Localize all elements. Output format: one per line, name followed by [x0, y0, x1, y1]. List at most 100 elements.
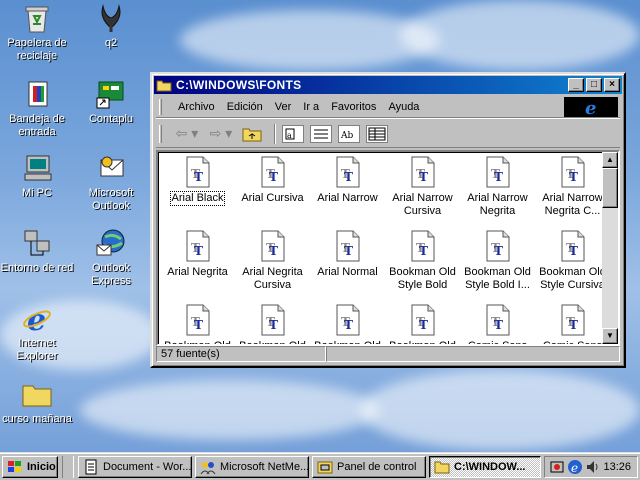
desktop-icon-my-computer[interactable]: Mi PC — [0, 152, 74, 200]
start-button[interactable]: Inicio — [2, 455, 58, 478]
desktop-icon-label: Bandeja de entrada — [9, 113, 65, 138]
desktop-icon-q2[interactable]: q2 — [74, 2, 148, 50]
font-item[interactable]: T T Arial Narrow Negrita — [460, 156, 535, 218]
task-button-fonts[interactable]: C:\WINDOW... — [429, 455, 541, 478]
menu-ayuda[interactable]: Ayuda — [382, 101, 425, 113]
truetype-font-icon: TT — [333, 156, 363, 188]
large-icons-button[interactable]: a — [282, 124, 304, 143]
font-item[interactable]: T T Bookman Old — [310, 304, 385, 344]
menu-edicion[interactable]: Edición — [221, 101, 269, 113]
svg-text:e: e — [585, 98, 596, 116]
desktop-icon-inbox[interactable]: Bandeja de entrada — [0, 78, 74, 139]
network-neighborhood-icon — [21, 227, 53, 259]
truetype-font-icon: TT — [408, 156, 438, 188]
font-item[interactable]: T T Arial Normal — [310, 230, 385, 279]
svg-text:T: T — [194, 170, 203, 184]
font-name: Arial Negrita — [167, 266, 228, 278]
font-item[interactable]: T T Bookman Old Style Cursiva — [535, 230, 610, 292]
scroll-thumb[interactable] — [602, 168, 618, 208]
folder-icon — [156, 80, 172, 91]
my-computer-icon — [21, 152, 53, 184]
forward-button[interactable]: ⇨ ▾ — [206, 123, 236, 145]
desktop-icon-outlook[interactable]: Microsoft Outlook — [74, 152, 148, 213]
font-item[interactable]: T T Bookman Old Style Bold I... — [460, 230, 535, 292]
up-folder-button[interactable] — [240, 123, 264, 145]
quick-launch-grip — [62, 455, 74, 478]
task-button-word[interactable]: Document - Wor... — [78, 455, 192, 478]
minimize-button[interactable]: _ — [568, 78, 584, 92]
font-item[interactable]: T T Bookman Old — [160, 304, 235, 344]
truetype-font-icon: TT — [483, 230, 513, 262]
details-view-button[interactable] — [366, 124, 388, 143]
font-item[interactable]: T T Arial Negrita Cursiva — [235, 230, 310, 292]
desktop-icon-outlook-express[interactable]: Outlook Express — [74, 227, 148, 288]
truetype-font-icon: TT — [558, 230, 588, 262]
details-icon — [368, 127, 386, 140]
vertical-scrollbar[interactable]: ▲ ▼ — [602, 152, 618, 344]
task-label: Document - Wor... — [103, 460, 192, 473]
menu-ir-a[interactable]: Ir a — [297, 101, 325, 113]
taskbar: Inicio Document - Wor... Microsoft NetMe… — [0, 452, 640, 480]
speaker-icon[interactable] — [585, 459, 601, 475]
desktop-icon-recycle-bin[interactable]: Papelera de reciclaje — [0, 2, 74, 63]
toolbar: ⇦ ▾ ⇨ ▾ a Ab — [156, 120, 620, 148]
cloud — [80, 380, 380, 440]
desktop-icon-label: Internet Explorer — [16, 337, 58, 362]
maximize-button[interactable]: □ — [586, 78, 602, 92]
list-view-button[interactable] — [310, 124, 332, 143]
font-item[interactable]: T T Arial Cursiva — [235, 156, 310, 205]
window-titlebar[interactable]: C:\WINDOWS\FONTS _ □ × — [154, 76, 622, 94]
font-item[interactable]: T T Bookman Old — [385, 304, 460, 344]
clock[interactable]: 13:26 — [603, 461, 631, 473]
svg-text:T: T — [569, 318, 578, 332]
menu-bar: Archivo Edición Ver Ir a Favoritos Ayuda… — [156, 96, 620, 118]
desktop-icon-folder[interactable]: curso mañana — [0, 378, 74, 426]
svg-text:T: T — [419, 170, 428, 184]
font-item[interactable]: T T Comic Sans — [460, 304, 535, 344]
tray-app-icon[interactable] — [549, 459, 565, 475]
font-item[interactable]: T T Bookman Old — [235, 304, 310, 344]
font-item[interactable]: T T Comic Sans — [535, 304, 610, 344]
close-button[interactable]: × — [604, 78, 620, 92]
svg-text:T: T — [269, 318, 278, 332]
font-item[interactable]: T T Arial Narrow Cursiva — [385, 156, 460, 218]
font-name: Bookman Old Style Bold I... — [464, 266, 531, 291]
windows-logo-icon — [8, 460, 21, 472]
font-item[interactable]: T T Arial Narrow — [310, 156, 385, 205]
menu-ver[interactable]: Ver — [269, 101, 298, 113]
font-item[interactable]: T T Arial Narrow Negrita C... — [535, 156, 610, 218]
scroll-down-button[interactable]: ▼ — [602, 328, 618, 344]
desktop-icon-internet-explorer[interactable]: e Internet Explorer — [0, 302, 74, 363]
tray-ie-icon[interactable]: e — [567, 459, 583, 475]
truetype-font-icon: TT — [258, 304, 288, 336]
font-name: Arial Cursiva — [241, 192, 304, 204]
back-button[interactable]: ⇦ ▾ — [172, 123, 202, 145]
folder-icon — [21, 378, 53, 410]
task-button-netmeeting[interactable]: Microsoft NetMe... — [195, 455, 309, 478]
desktop-icon-network[interactable]: Entorno de red — [0, 227, 74, 275]
task-label: Microsoft NetMe... — [220, 460, 309, 473]
internet-explorer-icon: e — [21, 302, 53, 338]
toolbar-separator — [274, 123, 276, 144]
control-panel-icon — [317, 461, 333, 473]
desktop-icon-contaplu[interactable]: Contaplu — [74, 78, 148, 126]
font-item[interactable]: T T Bookman Old Style Bold — [385, 230, 460, 292]
font-name: Arial Narrow Cursiva — [392, 192, 453, 217]
task-button-control-panel[interactable]: Panel de control — [312, 455, 426, 478]
task-label: C:\WINDOW... — [454, 460, 526, 473]
svg-text:T: T — [569, 244, 578, 258]
similarity-view-button[interactable]: Ab — [338, 124, 360, 143]
menu-archivo[interactable]: Archivo — [172, 101, 221, 113]
font-name: Arial Narrow Negrita C... — [542, 192, 603, 217]
font-item[interactable]: T T Arial Negrita — [160, 230, 235, 279]
desktop-icon-label: Papelera de reciclaje — [7, 37, 67, 62]
menubar-grip — [159, 99, 162, 115]
task-label: Panel de control — [337, 460, 417, 473]
scroll-up-button[interactable]: ▲ — [602, 152, 618, 168]
font-item[interactable]: T T Arial Black — [160, 156, 235, 206]
svg-text:a: a — [287, 131, 292, 140]
large-icons-icon: a — [285, 128, 295, 140]
file-list-pane: T T Arial Black T T Arial Cursiva T T Arial Narr… — [156, 150, 620, 346]
menu-favoritos[interactable]: Favoritos — [325, 101, 382, 113]
svg-text:T: T — [194, 244, 203, 258]
